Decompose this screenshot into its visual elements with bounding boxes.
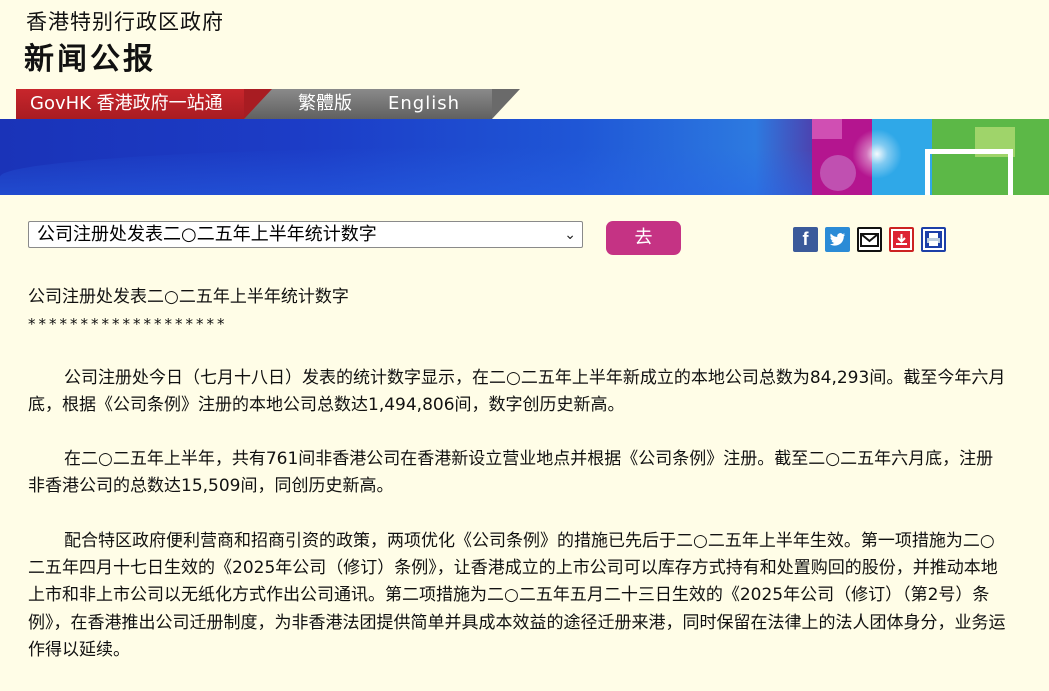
press-release-select-value: 公司注册处发表二○二五年上半年统计数字 <box>37 224 377 245</box>
banner-frame <box>925 149 1013 195</box>
top-navigation: GovHK 香港政府一站通 繁體版 English <box>0 89 1049 119</box>
title-underline-asterisks: ******************* <box>28 315 228 334</box>
go-button[interactable]: 去 <box>606 221 681 255</box>
banner-block <box>812 119 842 139</box>
twitter-icon[interactable] <box>825 227 850 252</box>
masthead: 香港特别行政区政府 新闻公报 <box>0 0 1049 90</box>
facebook-icon[interactable]: f <box>793 227 818 252</box>
banner-circle <box>820 155 856 191</box>
chevron-down-icon: ⌄ <box>564 227 576 243</box>
print-icon[interactable] <box>921 227 946 252</box>
banner-glow <box>852 129 902 179</box>
download-icon[interactable] <box>889 227 914 252</box>
government-name: 香港特别行政区政府 <box>26 10 224 34</box>
press-release-select[interactable]: 公司注册处发表二○二五年上半年统计数字 ⌄ <box>28 221 583 248</box>
press-release-article: 公司注册处发表二○二五年上半年统计数字 ******************* … <box>28 284 1008 691</box>
traditional-chinese-link[interactable]: 繁體版 <box>298 89 352 119</box>
article-paragraph: 配合特区政府便利营商和招商引资的政策，两项优化《公司条例》的措施已先后于二○二五… <box>28 530 1006 660</box>
email-icon[interactable] <box>857 227 882 252</box>
article-title: 公司注册处发表二○二五年上半年统计数字 <box>28 287 349 307</box>
site-title: 新闻公报 <box>24 42 156 77</box>
english-link[interactable]: English <box>388 89 460 119</box>
govhk-link[interactable]: GovHK 香港政府一站通 <box>16 89 272 119</box>
article-paragraph: 在二○二五年上半年，共有761间非香港公司在香港新设立营业地点并根据《公司条例》… <box>28 449 994 497</box>
article-paragraph: 公司注册处今日（七月十八日）发表的统计数字显示，在二○二五年上半年新成立的本地公… <box>28 367 1006 415</box>
decorative-banner <box>0 119 1049 195</box>
